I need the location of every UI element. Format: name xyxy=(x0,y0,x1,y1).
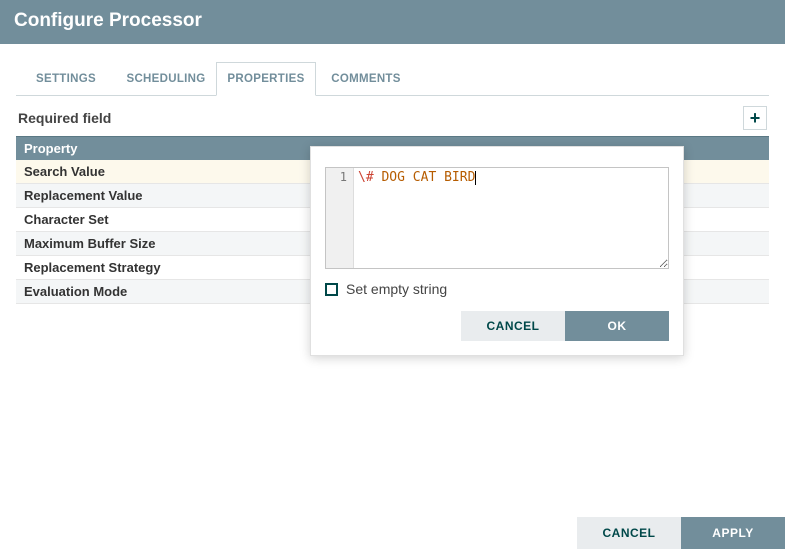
property-name: Search Value xyxy=(24,164,105,179)
add-property-button[interactable]: + xyxy=(743,106,767,130)
set-empty-label: Set empty string xyxy=(346,281,447,297)
dialog-header: Configure Processor xyxy=(0,0,785,44)
tab-bar: SETTINGS SCHEDULING PROPERTIES COMMENTS xyxy=(16,62,769,96)
dialog-footer: CANCEL APPLY xyxy=(0,517,785,549)
property-name: Replacement Value xyxy=(24,188,143,203)
property-name: Character Set xyxy=(24,212,109,227)
value-editor-popup: 1 \# DOG CAT BIRD Set empty string CANCE… xyxy=(310,146,684,356)
popup-ok-button[interactable]: OK xyxy=(565,311,669,341)
token-escape: \# xyxy=(358,170,374,185)
text-cursor xyxy=(475,171,476,185)
set-empty-row: Set empty string xyxy=(325,281,669,297)
plus-icon: + xyxy=(750,109,761,127)
property-name: Evaluation Mode xyxy=(24,284,127,299)
code-editor[interactable]: 1 \# DOG CAT BIRD xyxy=(325,167,669,269)
set-empty-checkbox[interactable] xyxy=(325,283,338,296)
dialog-title: Configure Processor xyxy=(14,10,202,32)
tab-comments[interactable]: COMMENTS xyxy=(316,62,416,95)
popup-cancel-button[interactable]: CANCEL xyxy=(461,311,565,341)
tab-settings[interactable]: SETTINGS xyxy=(16,62,116,95)
tab-properties[interactable]: PROPERTIES xyxy=(216,62,316,96)
required-field-label: Required field xyxy=(18,110,111,126)
editor-content[interactable]: \# DOG CAT BIRD xyxy=(354,168,668,268)
cancel-button[interactable]: CANCEL xyxy=(577,517,681,549)
token-text: DOG CAT BIRD xyxy=(374,170,476,185)
editor-gutter: 1 xyxy=(326,168,354,268)
property-name: Maximum Buffer Size xyxy=(24,236,155,251)
property-name: Replacement Strategy xyxy=(24,260,161,275)
required-row: Required field + xyxy=(16,96,769,136)
popup-buttons: CANCEL OK xyxy=(325,311,669,341)
apply-button[interactable]: APPLY xyxy=(681,517,785,549)
tab-scheduling[interactable]: SCHEDULING xyxy=(116,62,216,95)
